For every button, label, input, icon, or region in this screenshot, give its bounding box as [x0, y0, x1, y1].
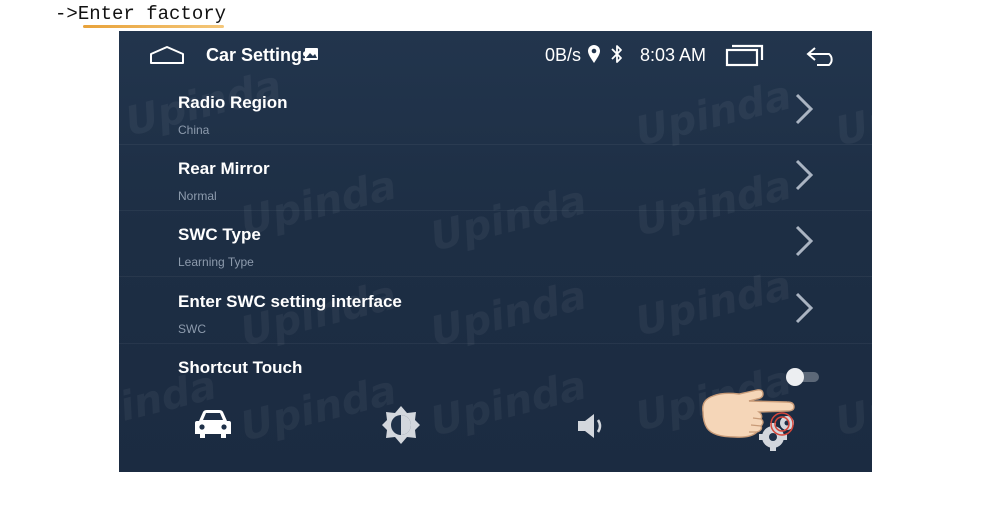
clock: 8:03 AM [640, 45, 707, 65]
recent-apps-icon[interactable] [725, 43, 765, 67]
caption: ->Enter factory [55, 3, 227, 28]
image-icon [305, 48, 318, 60]
setting-row-rear-mirror[interactable]: Rear Mirror Normal [119, 144, 872, 211]
page-title: Car Settings [206, 45, 313, 65]
status-bar: Car Settings 0B/s 8:03 AM [119, 31, 872, 81]
setting-value: China [178, 123, 210, 137]
setting-label: Shortcut Touch [178, 358, 303, 377]
volume-icon[interactable] [575, 411, 605, 441]
chevron-right-icon [795, 93, 814, 125]
caption-underline [83, 25, 225, 28]
back-icon[interactable] [805, 45, 839, 67]
chevron-right-icon [795, 225, 814, 257]
setting-value: Normal [178, 189, 217, 203]
pointing-hand-icon [702, 389, 795, 438]
bluetooth-icon [611, 45, 622, 63]
location-icon [588, 45, 600, 63]
home-icon[interactable] [149, 45, 185, 65]
caption-arrow: -> [55, 3, 78, 25]
caption-text: Enter factory [77, 3, 227, 25]
setting-value: Learning Type [178, 255, 254, 269]
setting-row-radio-region[interactable]: Radio Region China [119, 78, 872, 145]
setting-label: Rear Mirror [178, 159, 270, 178]
chevron-right-icon [795, 159, 814, 191]
car-settings-screen: Upinda Upinda Upinda Upinda Upinda Upind… [119, 31, 872, 472]
chevron-right-icon [795, 292, 814, 324]
brightness-icon[interactable] [381, 405, 421, 445]
setting-row-enter-swc[interactable]: Enter SWC setting interface SWC [119, 277, 872, 344]
setting-label: Enter SWC setting interface [178, 292, 402, 311]
car-icon[interactable] [193, 407, 233, 441]
network-speed: 0B/s [545, 45, 582, 65]
setting-value: SWC [178, 322, 206, 336]
setting-row-swc-type[interactable]: SWC Type Learning Type [119, 210, 872, 277]
setting-label: SWC Type [178, 225, 261, 244]
setting-label: Radio Region [178, 93, 288, 112]
